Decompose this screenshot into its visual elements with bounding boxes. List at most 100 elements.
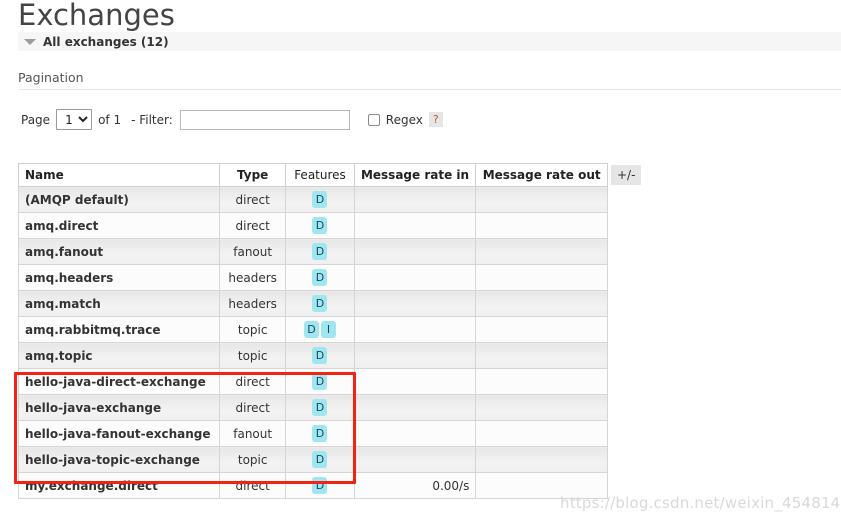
feature-badge-d[interactable]: D <box>312 217 328 234</box>
page-select[interactable]: 1 <box>56 109 93 130</box>
table-body: (AMQP default) direct Damq.direct direct Dam… <box>18 186 608 499</box>
feature-badge-i[interactable]: I <box>320 321 336 338</box>
cell-exchange-name[interactable]: (AMQP default) <box>18 186 220 213</box>
column-header-rate-out[interactable]: Message rate out <box>475 163 608 187</box>
cell-exchange-type: direct <box>218 394 287 421</box>
cell-exchange-type: headers <box>218 264 287 291</box>
cell-message-rate-in <box>353 394 477 421</box>
table-row[interactable]: (AMQP default) direct D <box>18 186 608 213</box>
column-header-rate-in[interactable]: Message rate in <box>353 163 477 187</box>
cell-message-rate-in <box>353 420 477 447</box>
cell-message-rate-out <box>475 446 608 473</box>
cell-exchange-type: topic <box>218 316 287 343</box>
table-row[interactable]: amq.match headers D <box>18 290 608 317</box>
watermark: https://blog.csdn.net/weixin_45481406 <box>560 494 841 512</box>
cell-message-rate-out <box>475 264 608 291</box>
feature-badge-d[interactable]: D <box>312 347 328 364</box>
cell-message-rate-in <box>353 212 477 239</box>
cell-message-rate-out <box>475 368 608 395</box>
all-exchanges-label: All exchanges (12) <box>43 34 169 49</box>
cell-exchange-features: D <box>285 472 355 499</box>
table-row[interactable]: amq.direct direct D <box>18 212 608 239</box>
all-exchanges-section-bar[interactable]: All exchanges (12) <box>18 32 841 51</box>
cell-exchange-type: fanout <box>218 238 287 265</box>
cell-message-rate-in <box>353 446 477 473</box>
cell-exchange-name[interactable]: hello-java-fanout-exchange <box>18 420 220 447</box>
cell-message-rate-out <box>475 394 608 421</box>
regex-checkbox[interactable] <box>367 113 380 126</box>
exchanges-table-wrapper: Name Type Features Message rate in Messa… <box>18 163 608 499</box>
column-header-name[interactable]: Name <box>18 163 220 187</box>
cell-exchange-name[interactable]: amq.topic <box>18 342 220 369</box>
feature-badge-d[interactable]: D <box>312 373 328 390</box>
cell-exchange-name[interactable]: hello-java-direct-exchange <box>18 368 220 395</box>
feature-badge-d[interactable]: D <box>303 321 319 338</box>
feature-badge-d[interactable]: D <box>312 425 328 442</box>
cell-exchange-name[interactable]: amq.rabbitmq.trace <box>18 316 220 343</box>
page-label: Page <box>21 112 51 127</box>
cell-exchange-name[interactable]: amq.match <box>18 290 220 317</box>
table-row[interactable]: hello-java-direct-exchange direct D <box>18 368 608 395</box>
feature-badge-d[interactable]: D <box>312 477 328 494</box>
pagination-controls: Page 1 of 1 - Filter: Regex ? <box>21 109 443 130</box>
feature-badge-d[interactable]: D <box>312 295 328 312</box>
triangle-down-icon[interactable] <box>24 39 36 45</box>
cell-message-rate-in: 0.00/s <box>353 472 477 499</box>
regex-label: Regex <box>385 112 423 127</box>
column-header-type[interactable]: Type <box>218 163 287 187</box>
cell-message-rate-out <box>475 342 608 369</box>
cell-exchange-features: D <box>285 290 355 317</box>
cell-exchange-name[interactable]: hello-java-topic-exchange <box>18 446 220 473</box>
feature-badge-d[interactable]: D <box>312 243 328 260</box>
cell-message-rate-out <box>475 212 608 239</box>
table-header: Name Type Features Message rate in Messa… <box>18 163 608 187</box>
cell-exchange-type: topic <box>218 342 287 369</box>
cell-exchange-features: D <box>285 186 355 213</box>
cell-exchange-name[interactable]: amq.headers <box>18 264 220 291</box>
table-header-row: Name Type Features Message rate in Messa… <box>18 163 608 187</box>
cell-message-rate-out <box>475 186 608 213</box>
pagination-heading: Pagination <box>18 70 841 90</box>
table-row[interactable]: hello-java-topic-exchange topic D <box>18 446 608 473</box>
cell-message-rate-in <box>353 342 477 369</box>
cell-exchange-name[interactable]: amq.fanout <box>18 238 220 265</box>
exchanges-table: Name Type Features Message rate in Messa… <box>18 163 608 499</box>
cell-exchange-features: D <box>285 368 355 395</box>
cell-exchange-type: direct <box>218 212 287 239</box>
table-row[interactable]: my.exchange.direct direct D 0.00/s <box>18 472 608 499</box>
cell-exchange-type: direct <box>218 472 287 499</box>
cell-exchange-name[interactable]: my.exchange.direct <box>18 472 220 499</box>
feature-badge-d[interactable]: D <box>312 399 328 416</box>
feature-badge-d[interactable]: D <box>312 269 328 286</box>
exchanges-page: Exchanges All exchanges (12) Pagination … <box>0 0 841 527</box>
regex-help-icon[interactable]: ? <box>428 112 443 127</box>
regex-control: Regex ? <box>367 112 443 127</box>
cell-exchange-name[interactable]: amq.direct <box>18 212 220 239</box>
cell-exchange-type: topic <box>218 446 287 473</box>
cell-exchange-features: D <box>285 238 355 265</box>
table-row[interactable]: amq.rabbitmq.trace topic D I <box>18 316 608 343</box>
feature-badge-d[interactable]: D <box>312 191 328 208</box>
table-row[interactable]: amq.headers headers D <box>18 264 608 291</box>
column-header-features: Features <box>285 163 355 187</box>
feature-badge-d[interactable]: D <box>312 451 328 468</box>
page-count-label: of 1 <box>98 112 122 127</box>
table-row[interactable]: amq.topic topic D <box>18 342 608 369</box>
cell-exchange-features: D <box>285 446 355 473</box>
cell-message-rate-in <box>353 316 477 343</box>
table-row[interactable]: hello-java-fanout-exchange fanout D <box>18 420 608 447</box>
cell-exchange-type: direct <box>218 368 287 395</box>
cell-message-rate-out <box>475 316 608 343</box>
table-row[interactable]: hello-java-exchange direct D <box>18 394 608 421</box>
cell-exchange-type: fanout <box>218 420 287 447</box>
columns-toggle-button[interactable]: +/- <box>611 165 642 185</box>
cell-exchange-name[interactable]: hello-java-exchange <box>18 394 220 421</box>
cell-exchange-features: D <box>285 420 355 447</box>
cell-message-rate-in <box>353 186 477 213</box>
cell-exchange-features: D <box>285 212 355 239</box>
table-row[interactable]: amq.fanout fanout D <box>18 238 608 265</box>
filter-input[interactable] <box>179 109 350 130</box>
cell-message-rate-in <box>353 368 477 395</box>
cell-exchange-features: D <box>285 342 355 369</box>
cell-message-rate-out <box>475 290 608 317</box>
